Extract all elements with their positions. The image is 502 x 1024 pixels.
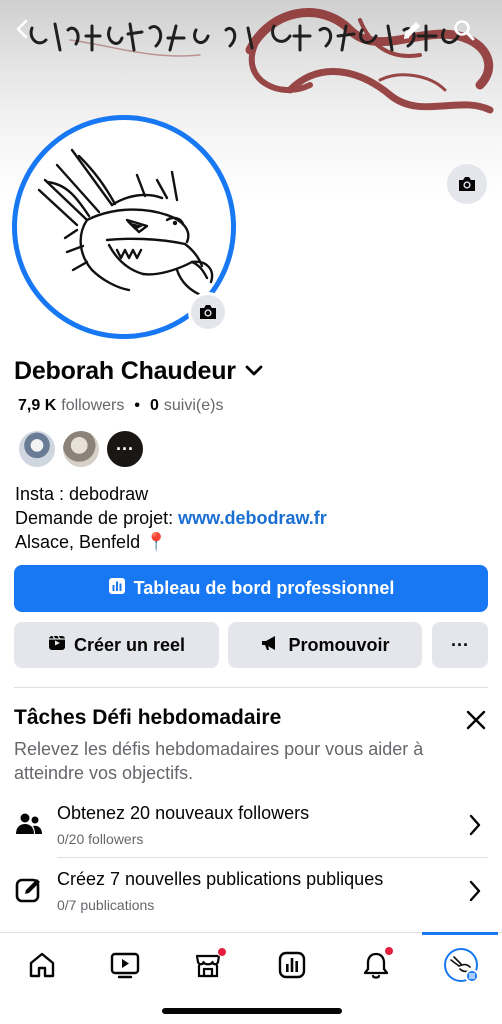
compose-icon <box>14 875 44 905</box>
followers-count[interactable]: 7,9 K <box>18 397 56 415</box>
challenges-description: Relevez les défis hebdomadaires pour vou… <box>14 739 424 783</box>
friends-more-button[interactable]: ··· <box>105 429 145 469</box>
task-progress: 0/7 publications <box>57 897 155 913</box>
cover-camera-icon[interactable] <box>447 164 487 204</box>
more-icon: ··· <box>451 634 469 655</box>
challenge-task-publications[interactable]: Créez 7 nouvelles publications publiques… <box>0 869 502 925</box>
profile-avatar[interactable] <box>441 945 481 985</box>
bell-icon[interactable] <box>356 945 396 985</box>
back-icon[interactable] <box>12 18 46 52</box>
profile-camera-icon[interactable] <box>188 292 228 332</box>
marketplace-icon[interactable] <box>188 945 228 985</box>
bio-text: Demande de projet: <box>15 508 179 528</box>
friends-preview[interactable]: ··· <box>17 429 149 469</box>
dashboard-icon[interactable] <box>272 945 312 985</box>
create-reel-label: Créer un reel <box>73 634 186 655</box>
section-divider <box>14 687 488 688</box>
website-link[interactable]: www.debodraw.fr <box>178 508 327 528</box>
profile-bio: Insta : debodraw Demande de projet: www.… <box>15 482 327 554</box>
chevron-down-icon[interactable] <box>244 364 264 383</box>
bio-line: Demande de projet: www.debodraw.fr <box>15 506 327 530</box>
dashboard-icon <box>108 577 126 600</box>
edit-icon[interactable] <box>400 18 434 52</box>
bottom-navigation <box>0 932 502 996</box>
bio-line: Insta : debodraw <box>15 484 149 504</box>
followers-label[interactable]: followers <box>61 397 124 415</box>
dashboard-label: Tableau de bord professionnel <box>133 578 395 598</box>
friend-avatar[interactable] <box>61 429 101 469</box>
challenges-title: Tâches Défi hebdomadaire <box>14 706 282 729</box>
menu-badge-icon <box>465 969 479 983</box>
chevron-right-icon <box>467 813 483 842</box>
notification-badge <box>384 946 394 956</box>
video-icon[interactable] <box>105 945 145 985</box>
megaphone-icon <box>260 634 280 657</box>
profile-name: Deborah Chaudeur <box>14 357 236 385</box>
create-reel-button[interactable]: Créer un reel <box>14 622 219 668</box>
profile-name-row[interactable]: Deborah Chaudeur <box>14 357 264 386</box>
task-title: Créez 7 nouvelles publications publiques <box>57 869 384 889</box>
home-indicator <box>162 1008 342 1014</box>
follow-stats: 7,9 K followers • 0 suivi(e)s <box>18 397 223 415</box>
reel-icon <box>48 634 66 657</box>
more-dots: ··· <box>116 438 134 459</box>
task-title: Obtenez 20 nouveaux followers <box>57 803 310 823</box>
professional-dashboard-button[interactable]: Tableau de bord professionnel <box>14 565 488 612</box>
promote-button[interactable]: Promouvoir <box>228 622 422 668</box>
location-text: Alsace, Benfeld <box>15 532 141 552</box>
task-divider <box>57 857 488 858</box>
stats-separator: • <box>134 397 140 414</box>
notification-badge <box>217 947 227 957</box>
close-icon[interactable] <box>463 707 489 733</box>
active-tab-indicator <box>422 932 498 935</box>
promote-label: Promouvoir <box>288 634 390 655</box>
pin-icon: 📍 <box>145 532 168 552</box>
home-icon[interactable] <box>22 945 62 985</box>
friend-avatar[interactable] <box>17 429 57 469</box>
search-icon[interactable] <box>452 18 486 52</box>
challenge-task-followers[interactable]: Obtenez 20 nouveaux followers 0/20 follo… <box>0 803 502 859</box>
more-options-button[interactable]: ··· <box>432 622 488 668</box>
task-progress: 0/20 followers <box>57 831 144 847</box>
people-icon <box>14 809 44 839</box>
chevron-right-icon <box>467 879 483 908</box>
bio-line: Alsace, Benfeld 📍 <box>15 530 327 554</box>
following-count[interactable]: 0 <box>150 397 159 415</box>
following-label[interactable]: suivi(e)s <box>164 397 224 415</box>
